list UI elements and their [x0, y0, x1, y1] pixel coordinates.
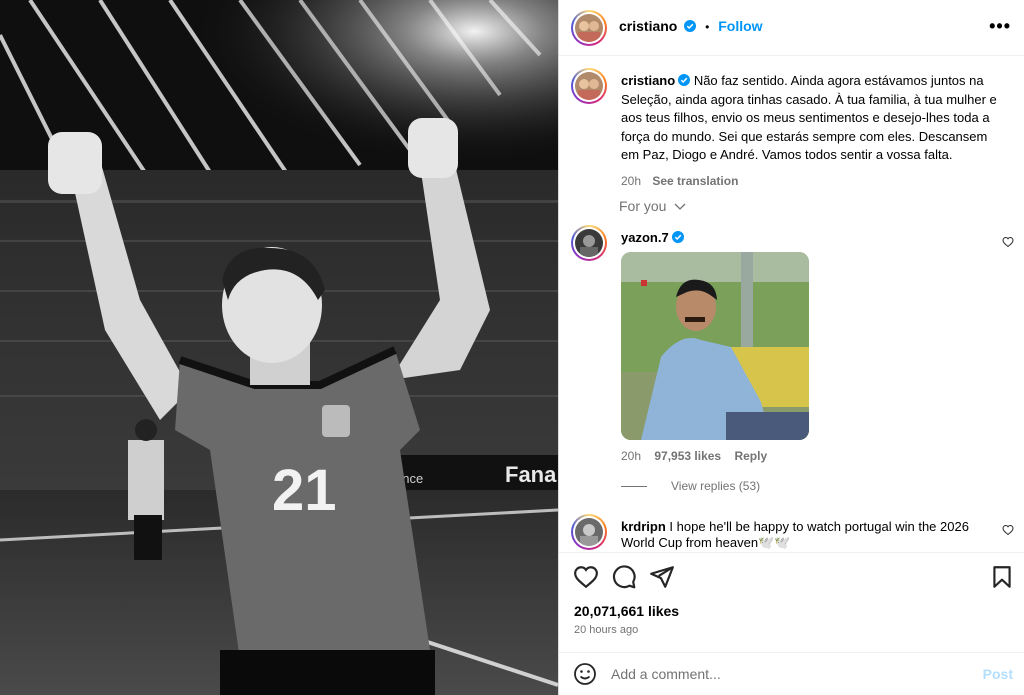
heart-icon[interactable] — [1002, 236, 1014, 248]
comment-username[interactable]: yazon.7 — [621, 230, 669, 245]
post-header: cristiano • Follow ••• — [559, 0, 1024, 56]
caption: cristiano Não faz sentido. Ainda agora e… — [621, 72, 1001, 188]
separator-dot: • — [705, 20, 710, 34]
share-icon[interactable] — [649, 564, 675, 590]
jersey-number: 21 — [272, 458, 337, 523]
player-photo: Fana ance 21 — [0, 0, 558, 695]
emoji-icon[interactable] — [573, 662, 597, 686]
comment-text: I hope he'll be happy to watch portugal … — [621, 519, 969, 550]
post-author[interactable]: cristiano — [619, 18, 677, 34]
heart-icon[interactable] — [573, 564, 599, 590]
comment-avatar[interactable] — [571, 514, 607, 550]
verified-icon — [678, 74, 691, 86]
post-timestamp: 20 hours ago — [574, 624, 639, 636]
view-replies-label: View replies (53) — [671, 479, 761, 493]
comment-image[interactable] — [621, 252, 809, 440]
ad-board-text: Fana — [505, 462, 557, 487]
likes-count[interactable]: 20,071,661 likes — [574, 603, 679, 619]
replies-line — [621, 486, 647, 488]
reply-button[interactable]: Reply — [734, 449, 767, 463]
for-you-filter[interactable]: For you — [619, 198, 686, 214]
action-bar: 20,071,661 likes 20 hours ago — [559, 552, 1024, 652]
post-panel: cristiano • Follow ••• cristiano Não faz… — [558, 0, 1024, 695]
chevron-down-icon — [674, 203, 686, 210]
verified-icon — [684, 20, 697, 32]
comment-icon[interactable] — [611, 564, 637, 590]
post-photo[interactable]: Fana ance 21 — [0, 0, 558, 695]
verified-icon — [671, 231, 684, 243]
avatar[interactable] — [571, 10, 607, 46]
for-you-label: For you — [619, 198, 667, 214]
comment-likes[interactable]: 97,953 likes — [654, 449, 721, 463]
see-translation-button[interactable]: See translation — [652, 174, 738, 188]
comment-username[interactable]: krdripn — [621, 519, 666, 534]
add-comment-bar: Post — [559, 652, 1024, 695]
follow-button[interactable]: Follow — [718, 18, 762, 34]
more-icon[interactable]: ••• — [989, 16, 1011, 37]
comment-avatar[interactable] — [571, 225, 607, 261]
comment-header: yazon.7 — [621, 230, 684, 245]
caption-time: 20h — [621, 173, 642, 188]
caption-username[interactable]: cristiano — [621, 73, 675, 88]
post-comment-button[interactable]: Post — [983, 666, 1013, 682]
comment-input[interactable] — [611, 663, 971, 685]
comment-meta: 20h 97,953 likes Reply — [621, 449, 767, 463]
caption-text: Não faz sentido. Ainda agora estávamos j… — [621, 73, 997, 162]
caption-avatar[interactable] — [571, 68, 607, 104]
comment-body: krdripn I hope he'll be happy to watch p… — [621, 519, 981, 551]
heart-icon[interactable] — [1002, 524, 1014, 536]
view-replies-button[interactable]: View replies (53) — [621, 479, 760, 493]
comment-time: 20h — [621, 449, 642, 463]
bookmark-icon[interactable] — [989, 564, 1015, 590]
